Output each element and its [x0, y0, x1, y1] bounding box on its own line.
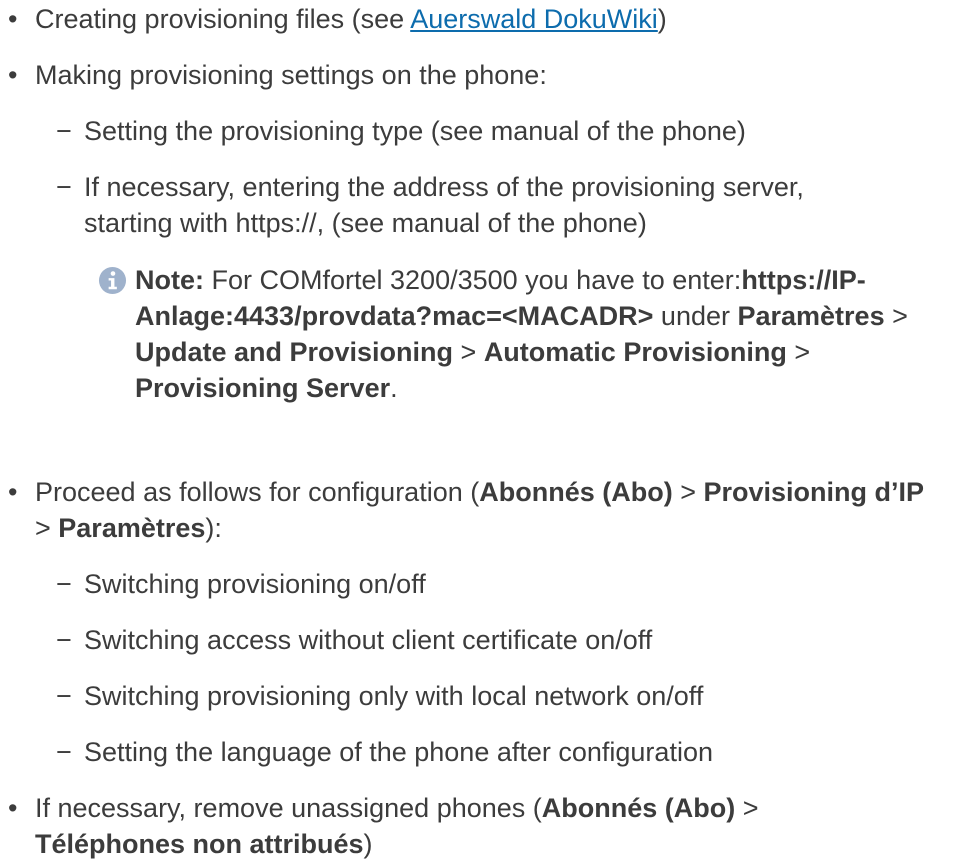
sublist-item-server-address: If necessary, entering the address of th… — [56, 169, 844, 241]
note-label: Note: — [135, 265, 204, 295]
path-abonnes: Abonnés (Abo) — [541, 793, 736, 823]
sublist-item-switch-provisioning: Switching provisioning on/off — [56, 566, 934, 602]
path-unassigned-phones: Téléphones non attribués — [35, 829, 364, 859]
sublist-item-language: Setting the language of the phone after … — [56, 734, 934, 770]
path-update-provisioning: Update and Provisioning — [135, 337, 454, 367]
list-item-creating-files: Creating provisioning files (see Auerswa… — [8, 1, 935, 37]
path-parametres: Paramètres — [737, 301, 885, 331]
path-parametres: Paramètres — [58, 513, 206, 543]
sublist-item-switch-local-network: Switching provisioning only with local n… — [56, 678, 934, 714]
list-item-configuration: Proceed as follows for configuration (Ab… — [8, 474, 935, 546]
list-item-remove-phones: If necessary, remove unassigned phones (… — [8, 790, 855, 862]
path-automatic-provisioning: Automatic Provisioning — [483, 337, 787, 367]
sublist-item-switch-access: Switching access without client certific… — [56, 622, 934, 658]
info-icon — [98, 266, 127, 295]
document: Creating provisioning files (see Auerswa… — [0, 0, 955, 859]
note-block: Note: For COMfortel 3200/3500 you have t… — [98, 262, 935, 406]
sublist-item-provisioning-type: Setting the provisioning type (see manua… — [56, 113, 934, 149]
path-abonnes: Abonnés (Abo) — [479, 477, 673, 507]
path-provisioning-ip: Provisioning d’IP — [703, 477, 925, 507]
auerswald-dokuwiki-link[interactable]: Auerswald DokuWiki — [410, 4, 658, 34]
list-item-phone-settings: Making provisioning settings on the phon… — [8, 57, 935, 93]
path-provisioning-server: Provisioning Server — [135, 373, 391, 403]
